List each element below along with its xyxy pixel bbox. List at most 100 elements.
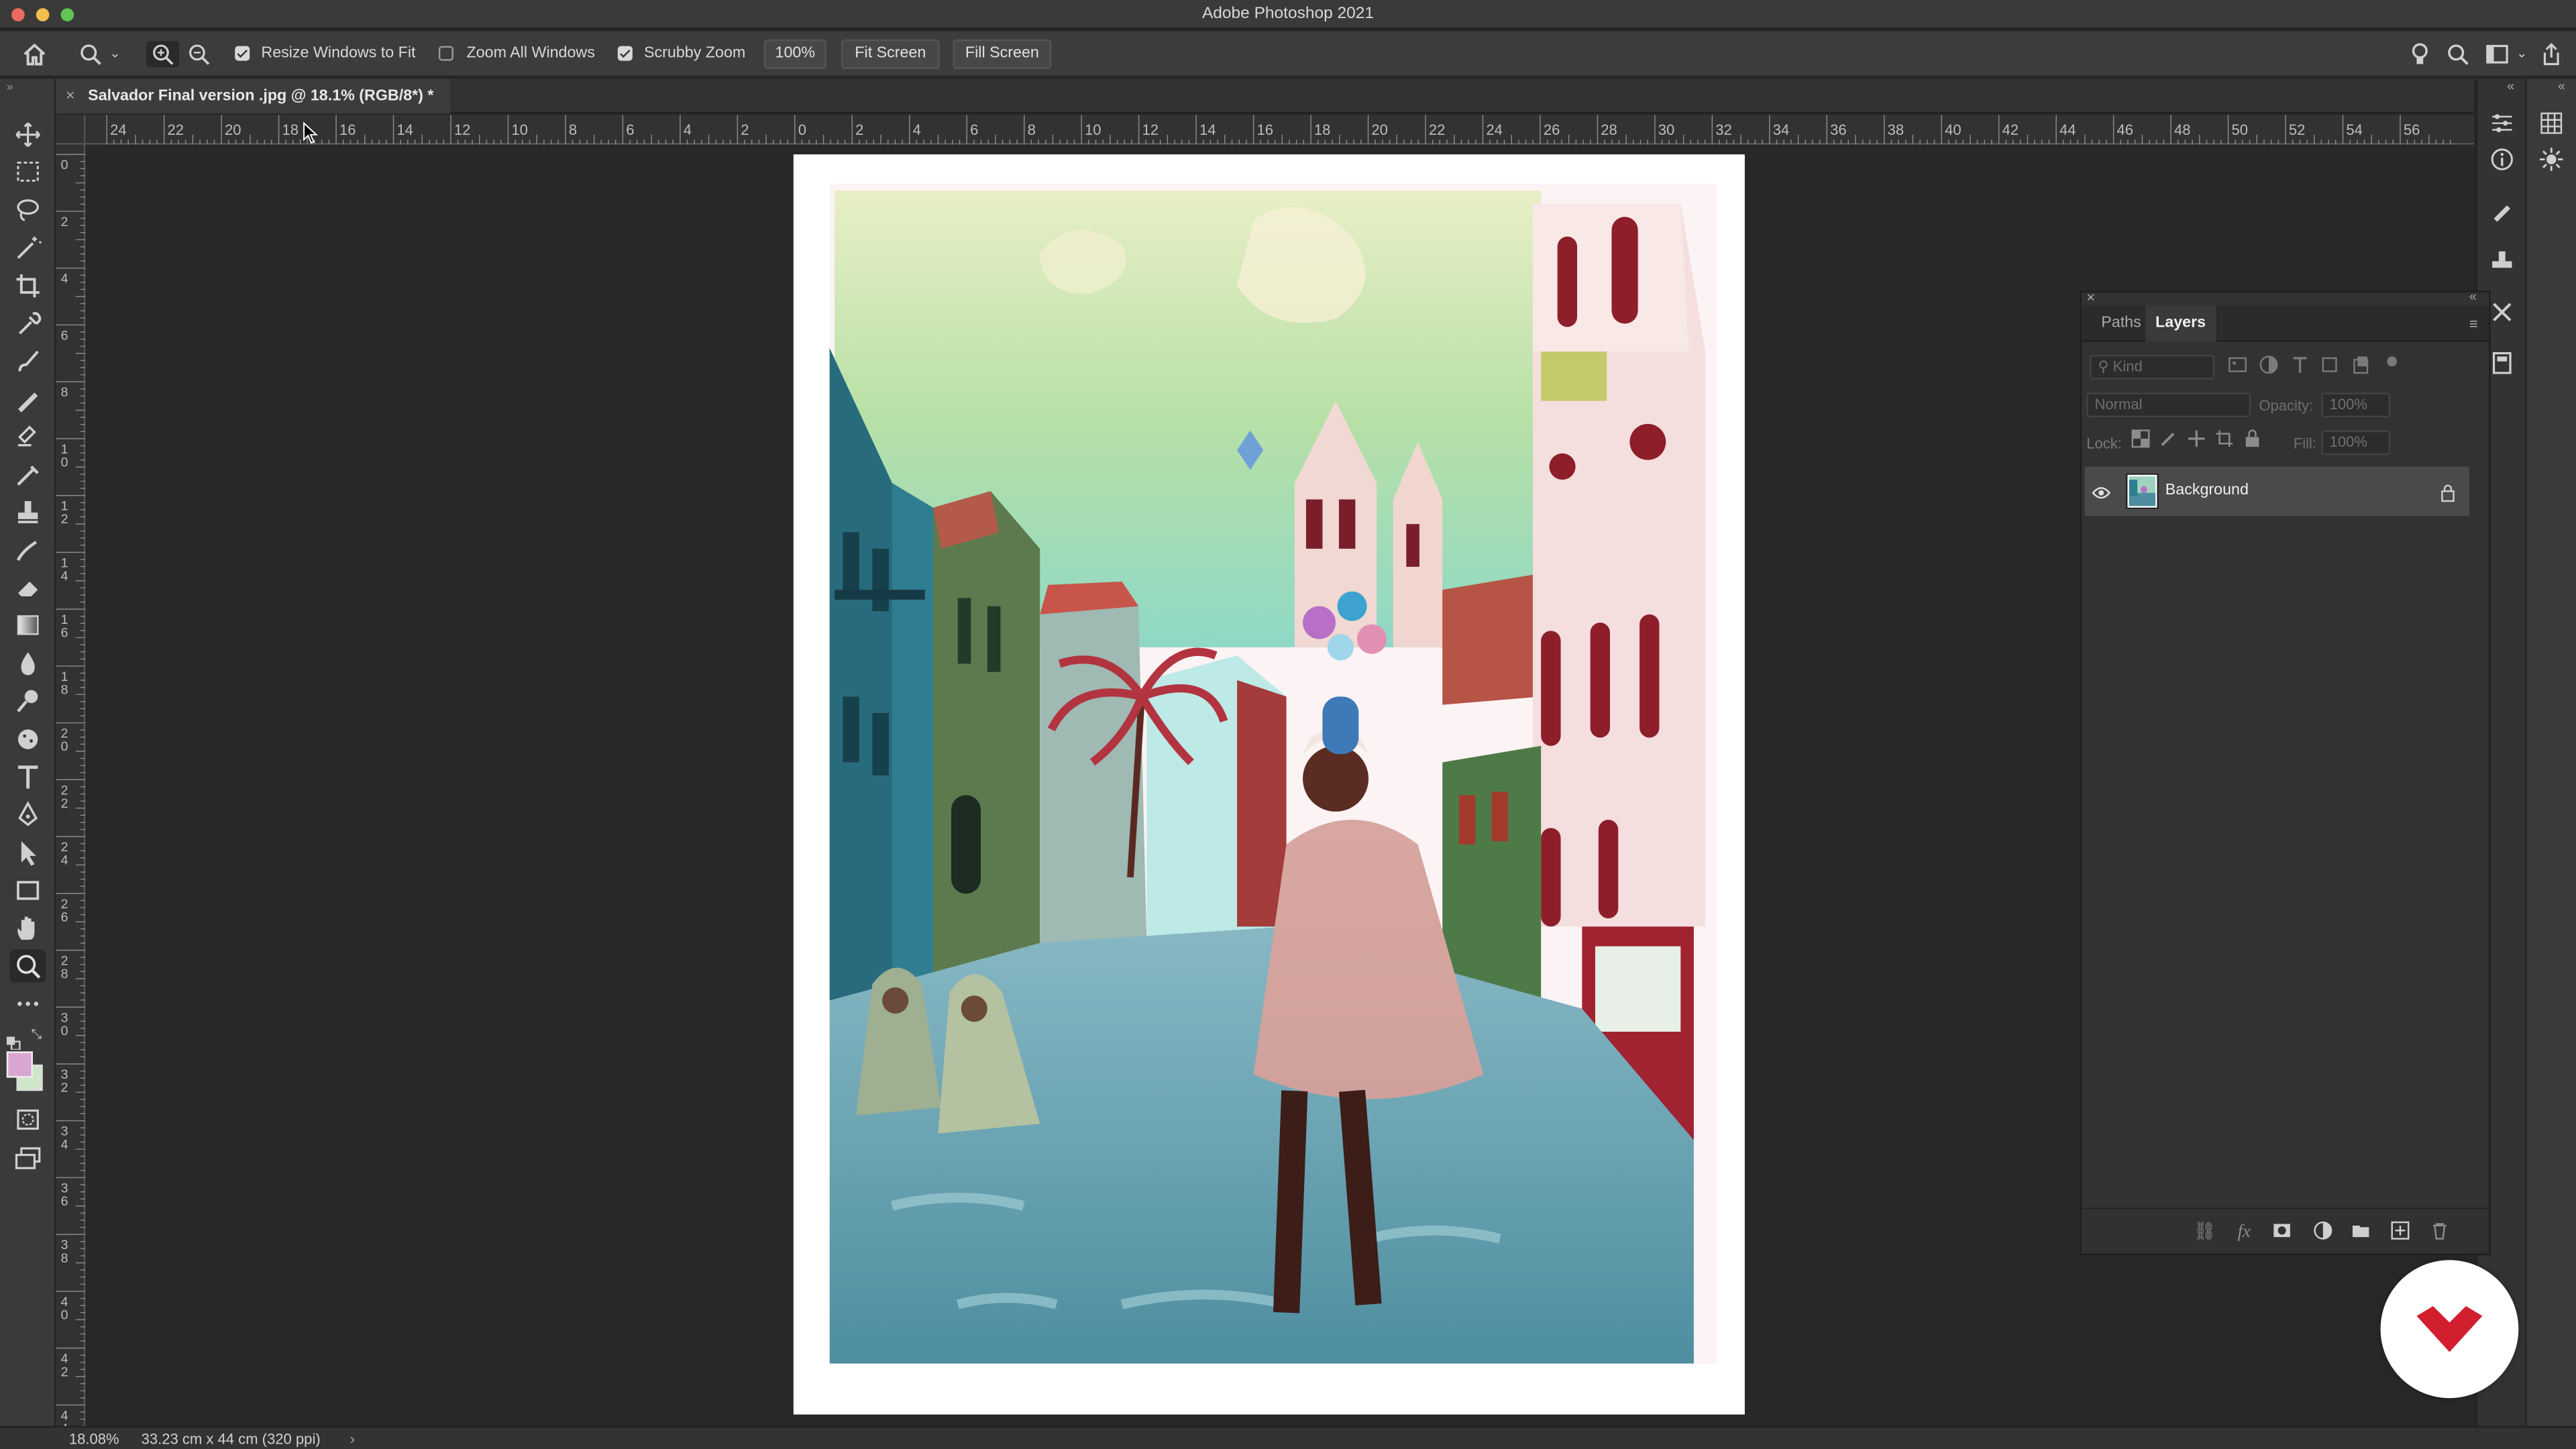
filter-type-icon[interactable] [2288,355,2311,378]
collapse-right-dock-icon[interactable]: « [2558,79,2565,94]
move-tool-icon[interactable] [10,118,46,151]
fill-screen-button[interactable]: Fill Screen [953,39,1052,69]
tool-presets-icon[interactable] [2489,299,2515,325]
notes-icon[interactable] [2489,350,2515,376]
lasso-tool-icon[interactable] [10,194,46,227]
scrubby-zoom-label: Scrubby Zoom [644,44,746,63]
workspace-icon[interactable] [2484,41,2510,67]
layer-row[interactable]: Background [2084,466,2469,516]
history-brush-tool-icon[interactable] [10,458,46,491]
type-tool-icon[interactable] [10,761,46,794]
sponge-tool-icon[interactable] [10,723,46,756]
new-layer-icon[interactable] [2389,1221,2412,1244]
ruler-label: 20 [1371,121,1388,138]
crop-tool-icon[interactable] [10,270,46,303]
horizontal-ruler[interactable]: 24 22 20 18 16 14 12 10 8 6 4 2 0 2 4 6 8 10 12 14 16 18 20 22 2… [85,115,2475,145]
filter-toggle-icon[interactable] [2381,352,2404,374]
status-zoom[interactable]: 18.08% [69,1428,119,1449]
magic-wand-tool-icon[interactable] [10,231,46,264]
zoom-all-windows-checkbox[interactable] [438,46,453,61]
visibility-eye-icon[interactable] [2092,482,2111,501]
new-adjustment-icon[interactable] [2312,1221,2334,1244]
info-icon[interactable] [2489,146,2515,172]
dodge-tool-icon[interactable] [10,685,46,718]
collapse-dock-icon[interactable]: « [2507,79,2514,94]
delete-layer-trash-icon[interactable] [2428,1221,2451,1244]
filter-pixel-icon[interactable] [2226,355,2249,378]
foreground-color-swatch[interactable] [6,1051,33,1078]
blend-mode-select[interactable]: Normal [2086,392,2251,418]
filter-shape-icon[interactable] [2318,355,2341,378]
fill-label: Fill: [2293,435,2317,452]
clone-stamp-tool-icon[interactable] [10,421,46,453]
zoom-tool-preset-icon[interactable] [77,41,103,67]
rectangle-tool-icon[interactable] [10,874,46,907]
layer-filter-select[interactable]: ⚲ Kind [2090,354,2215,380]
lock-pixels-icon[interactable] [2157,429,2180,451]
lock-artboard-icon[interactable] [2213,429,2236,451]
quick-mask-icon[interactable] [10,1104,46,1137]
close-tab-icon[interactable]: × [66,87,75,105]
swap-colors-icon[interactable]: ⤡ [32,1027,42,1043]
zoom-in-icon[interactable] [146,41,179,68]
document-tab[interactable]: × Salvador Final version .jpg @ 18.1% (RG… [56,78,450,113]
home-icon[interactable] [19,40,49,69]
hand-tool-icon[interactable] [10,912,46,945]
tab-layers[interactable]: Layers [2145,305,2216,342]
vertical-ruler[interactable]: 0246810121416182022242628303234363840424… [56,144,86,1426]
tab-paths[interactable]: Paths [2092,306,2151,342]
document-canvas[interactable] [793,154,1745,1415]
zoom-out-icon[interactable] [186,41,212,67]
fit-screen-button[interactable]: Fit Screen [841,39,940,69]
workspace-chevron-icon[interactable]: ⌄ [2514,41,2530,67]
fx-icon[interactable]: fx [2233,1221,2255,1244]
close-panel-icon[interactable]: × [2086,289,2095,305]
gradient-tool-icon[interactable] [10,610,46,643]
learn-icon[interactable] [2408,41,2434,67]
light-settings-icon[interactable] [2538,146,2565,172]
opacity-input[interactable]: 100% [2321,392,2391,418]
pen-tool-icon[interactable] [10,798,46,831]
lock-transparent-icon[interactable] [2129,429,2152,451]
zoom-100-button[interactable]: 100% [763,39,826,69]
collapse-toolbox-icon[interactable]: » [7,82,13,93]
panel-menu-icon[interactable]: ≡ [2469,315,2478,331]
collapse-panel-icon[interactable]: « [2469,289,2477,304]
ruler-label: 26 [1544,121,1560,138]
lock-position-icon[interactable] [2185,429,2208,451]
adjustments-icon[interactable] [2489,110,2515,136]
chevron-down-icon[interactable]: ⌄ [107,41,123,67]
fill-input[interactable]: 100% [2321,430,2391,455]
filter-smart-object-icon[interactable] [2349,355,2372,378]
blur-tool-icon[interactable] [10,647,46,680]
document-tab-bar: × Salvador Final version .jpg @ 18.1% (RG… [56,78,2475,113]
ruler-origin[interactable] [56,115,86,145]
ruler-label: 50 [2231,121,2248,138]
link-layers-icon[interactable]: ⛓ [2193,1221,2216,1244]
eraser-tool-icon[interactable] [10,572,46,604]
brush-spot-healing-icon[interactable] [10,345,46,378]
clone-source-icon[interactable] [2489,248,2515,274]
stamp-tool-icon[interactable] [10,496,46,529]
art-history-brush-icon[interactable] [10,534,46,567]
lock-all-icon[interactable] [2241,429,2263,451]
filter-adjustment-icon[interactable] [2257,355,2280,378]
path-selection-tool-icon[interactable] [10,837,46,869]
marquee-tool-icon[interactable] [10,156,46,189]
zoom-tool-icon[interactable] [9,949,46,983]
resize-windows-checkbox[interactable] [235,46,250,61]
eyedropper-tool-icon[interactable] [10,307,46,340]
scrubby-zoom-checkbox[interactable] [617,46,633,61]
share-icon[interactable] [2538,41,2565,67]
more-tools-icon[interactable] [10,987,46,1020]
screen-mode-icon[interactable] [10,1142,46,1175]
layer-lock-icon[interactable] [2440,482,2456,502]
add-mask-icon[interactable] [2270,1221,2293,1244]
new-group-folder-icon[interactable] [2349,1221,2372,1244]
brush-tool-icon[interactable] [10,383,46,416]
brush-settings-icon[interactable] [2489,197,2515,223]
default-colors-icon[interactable] [6,1028,23,1051]
status-expand-icon[interactable]: › [350,1428,355,1449]
swatches-grid-icon[interactable] [2538,110,2565,136]
search-icon[interactable] [2445,41,2471,67]
